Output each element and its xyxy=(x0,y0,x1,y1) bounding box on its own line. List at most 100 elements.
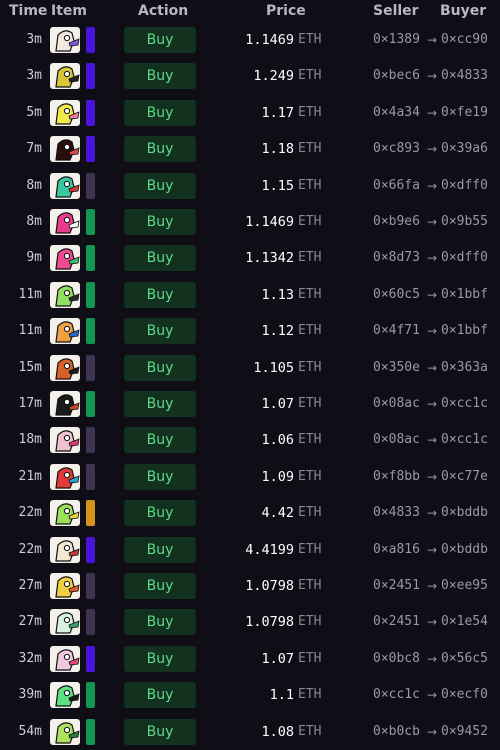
buyer-address[interactable]: 0×cc90 xyxy=(441,22,488,58)
buyer-address[interactable]: 0×39a6 xyxy=(441,131,488,167)
seller-address[interactable]: 0×08ac xyxy=(373,422,420,458)
sale-price: 1.13 xyxy=(261,286,294,303)
rarity-indicator xyxy=(86,391,95,417)
buy-button[interactable]: Buy xyxy=(124,682,196,709)
buyer-address[interactable]: 0×fe19 xyxy=(441,95,488,131)
sale-time: 3m xyxy=(26,68,42,84)
seller-address[interactable]: 0×f8bb xyxy=(373,459,420,495)
buyer-address[interactable]: 0×dff0 xyxy=(441,168,488,204)
buyer-address[interactable]: 0×1bbf xyxy=(441,313,488,349)
item-thumbnail[interactable] xyxy=(50,463,80,490)
seller-address[interactable]: 0×60c5 xyxy=(373,277,420,313)
sale-price: 1.06 xyxy=(261,432,294,449)
item-thumbnail[interactable] xyxy=(50,536,80,563)
sale-time: 22m xyxy=(18,541,42,557)
seller-address[interactable]: 0×08ac xyxy=(373,386,420,422)
seller-address[interactable]: 0×4833 xyxy=(373,495,420,531)
buyer-address[interactable]: 0×c77e xyxy=(441,459,488,495)
seller-address[interactable]: 0×350e xyxy=(373,350,420,386)
item-thumbnail[interactable] xyxy=(50,209,80,235)
buyer-address[interactable]: 0×bddb xyxy=(441,532,488,568)
item-thumbnail[interactable] xyxy=(50,609,80,636)
item-thumbnail[interactable] xyxy=(50,27,80,53)
buy-button[interactable]: Buy xyxy=(124,136,196,163)
buy-button[interactable]: Buy xyxy=(124,645,196,672)
currency-unit: ETH xyxy=(298,286,322,302)
table-row: 11m Buy 1.12 ETH 0×4f71 → 0×1bbf xyxy=(0,313,500,349)
item-thumbnail[interactable] xyxy=(50,136,80,163)
buyer-address[interactable]: 0×56c5 xyxy=(441,641,488,677)
seller-address[interactable]: 0×b9e6 xyxy=(373,204,420,240)
buyer-address[interactable]: 0×cc1c xyxy=(441,386,488,422)
sale-time: 11m xyxy=(18,323,42,339)
seller-address[interactable]: 0×4f71 xyxy=(373,313,420,349)
nft-avatar-image xyxy=(50,573,80,599)
item-thumbnail[interactable] xyxy=(50,318,80,345)
buyer-address[interactable]: 0×dff0 xyxy=(441,240,488,276)
seller-address[interactable]: 0×cc1c xyxy=(373,677,420,713)
seller-address[interactable]: 0×2451 xyxy=(373,568,420,604)
item-thumbnail[interactable] xyxy=(50,645,80,672)
buy-button[interactable]: Buy xyxy=(124,573,196,599)
seller-address[interactable]: 0×66fa xyxy=(373,168,420,204)
item-thumbnail[interactable] xyxy=(50,500,80,527)
item-thumbnail[interactable] xyxy=(50,245,80,272)
buy-button[interactable]: Buy xyxy=(124,427,196,454)
buyer-address[interactable]: 0×ecf0 xyxy=(441,677,488,713)
sales-feed: Time Item Action Price Seller Buyer 3m Bu… xyxy=(0,0,500,750)
nft-avatar-image xyxy=(50,318,80,345)
transfer-arrow-icon: → xyxy=(427,251,438,266)
seller-address[interactable]: 0×4a34 xyxy=(373,95,420,131)
buyer-address[interactable]: 0×bddb xyxy=(441,495,488,531)
buyer-address[interactable]: 0×ee95 xyxy=(441,568,488,604)
sale-price: 1.1342 xyxy=(245,250,294,267)
table-row: 39m Buy 1.1 ETH 0×cc1c → 0×ecf0 xyxy=(0,677,500,713)
item-thumbnail[interactable] xyxy=(50,682,80,709)
sale-price: 1.0798 xyxy=(245,614,294,631)
seller-address[interactable]: 0×2451 xyxy=(373,604,420,640)
seller-address[interactable]: 0×b0cb xyxy=(373,714,420,750)
buy-button[interactable]: Buy xyxy=(124,27,196,53)
buy-button[interactable]: Buy xyxy=(124,391,196,417)
buyer-address[interactable]: 0×1e54 xyxy=(441,604,488,640)
buy-button[interactable]: Buy xyxy=(124,63,196,90)
item-thumbnail[interactable] xyxy=(50,63,80,90)
buy-button[interactable]: Buy xyxy=(124,172,196,199)
buyer-address[interactable]: 0×cc1c xyxy=(441,422,488,458)
buyer-address[interactable]: 0×9452 xyxy=(441,714,488,750)
item-thumbnail[interactable] xyxy=(50,172,80,199)
buyer-address[interactable]: 0×4833 xyxy=(441,58,488,94)
item-thumbnail[interactable] xyxy=(50,99,80,126)
buy-button[interactable]: Buy xyxy=(124,245,196,272)
seller-address[interactable]: 0×0bc8 xyxy=(373,641,420,677)
buy-button[interactable]: Buy xyxy=(124,463,196,490)
buyer-address[interactable]: 0×9b55 xyxy=(441,204,488,240)
buyer-address[interactable]: 0×1bbf xyxy=(441,277,488,313)
seller-address[interactable]: 0×8d73 xyxy=(373,240,420,276)
seller-address[interactable]: 0×a816 xyxy=(373,532,420,568)
buy-button[interactable]: Buy xyxy=(124,609,196,636)
buy-button[interactable]: Buy xyxy=(124,99,196,126)
buy-button[interactable]: Buy xyxy=(124,281,196,308)
item-thumbnail[interactable] xyxy=(50,391,80,417)
buy-button[interactable]: Buy xyxy=(124,354,196,381)
buy-button[interactable]: Buy xyxy=(124,318,196,345)
item-thumbnail[interactable] xyxy=(50,573,80,599)
currency-unit: ETH xyxy=(298,32,322,47)
buy-button[interactable]: Buy xyxy=(124,536,196,563)
buy-button[interactable]: Buy xyxy=(124,718,196,745)
seller-address[interactable]: 0×bec6 xyxy=(373,58,420,94)
item-thumbnail[interactable] xyxy=(50,427,80,454)
item-thumbnail[interactable] xyxy=(50,718,80,745)
buy-button[interactable]: Buy xyxy=(124,209,196,235)
rarity-indicator xyxy=(86,463,95,490)
sale-time: 8m xyxy=(26,177,42,193)
currency-unit: ETH xyxy=(298,650,322,666)
seller-address[interactable]: 0×c893 xyxy=(373,131,420,167)
item-thumbnail[interactable] xyxy=(50,281,80,308)
seller-address[interactable]: 0×1389 xyxy=(373,22,420,58)
buyer-address[interactable]: 0×363a xyxy=(441,350,488,386)
item-thumbnail[interactable] xyxy=(50,354,80,381)
transfer-arrow-icon: → xyxy=(427,688,438,703)
buy-button[interactable]: Buy xyxy=(124,500,196,527)
